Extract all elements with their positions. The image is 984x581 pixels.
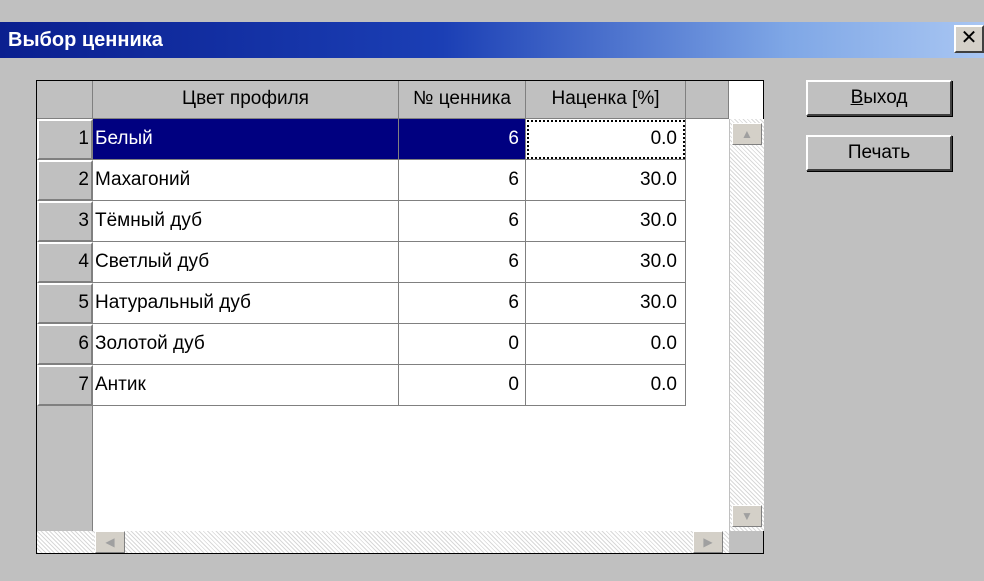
scroll-up-button[interactable]: ▲ [732, 123, 762, 145]
cell-markup[interactable]: 30.0 [526, 283, 686, 324]
column-header-tag-number[interactable]: № ценника [399, 81, 526, 119]
scroll-down-button[interactable]: ▼ [732, 505, 762, 527]
cell-markup[interactable]: 30.0 [526, 160, 686, 201]
vertical-scrollbar[interactable]: ▲ ▼ [729, 119, 764, 531]
row-header[interactable]: 6 [37, 324, 93, 365]
scroll-right-button[interactable]: ▶ [693, 531, 723, 553]
row-header[interactable]: 7 [37, 365, 93, 406]
title-bar[interactable]: Выбор ценника ✕ [0, 22, 984, 58]
cell-tag-number[interactable]: 6 [399, 242, 526, 283]
cell-tag-number[interactable]: 0 [399, 324, 526, 365]
cell-profile-color[interactable]: Антик [93, 365, 399, 406]
cell-markup[interactable]: 0.0 [526, 119, 686, 160]
cell-profile-color[interactable]: Золотой дуб [93, 324, 399, 365]
left-arrow-icon: ◀ [105, 535, 115, 549]
cell-profile-color[interactable]: Натуральный дуб [93, 283, 399, 324]
cell-markup[interactable]: 0.0 [526, 324, 686, 365]
cell-profile-color[interactable]: Белый [93, 119, 399, 160]
cell-markup[interactable]: 30.0 [526, 201, 686, 242]
print-label: Печать [847, 142, 911, 163]
column-header-markup[interactable]: Наценка [%] [526, 81, 686, 119]
cell-tag-number[interactable]: 6 [399, 283, 526, 324]
exit-label: ыход [863, 87, 908, 108]
cell-profile-color[interactable]: Светлый дуб [93, 242, 399, 283]
row-header[interactable]: 1 [37, 119, 93, 160]
print-button[interactable]: Печать [806, 135, 952, 171]
cell-profile-color[interactable]: Махагоний [93, 160, 399, 201]
cell-tag-number[interactable]: 6 [399, 119, 526, 160]
row-header[interactable]: 3 [37, 201, 93, 242]
dialog-client-area: Цвет профиля № ценника Наценка [%] 1 Бел… [0, 58, 984, 581]
price-tag-grid[interactable]: Цвет профиля № ценника Наценка [%] 1 Бел… [36, 80, 764, 554]
row-header[interactable]: 2 [37, 160, 93, 201]
cell-markup[interactable]: 0.0 [526, 365, 686, 406]
cell-tag-number[interactable]: 6 [399, 201, 526, 242]
column-header-profile-color[interactable]: Цвет профиля [93, 81, 399, 119]
row-header-filler [37, 406, 93, 531]
cell-tag-number[interactable]: 6 [399, 160, 526, 201]
close-button[interactable]: ✕ [954, 25, 984, 53]
grid-corner-header [37, 81, 93, 119]
row-header[interactable]: 5 [37, 283, 93, 324]
down-arrow-icon: ▼ [741, 509, 753, 523]
up-arrow-icon: ▲ [741, 127, 753, 141]
cell-profile-color[interactable]: Тёмный дуб [93, 201, 399, 242]
close-icon: ✕ [960, 27, 978, 49]
cell-markup[interactable]: 30.0 [526, 242, 686, 283]
scrollbar-corner [729, 531, 763, 553]
cell-tag-number[interactable]: 0 [399, 365, 526, 406]
dialog-window: Выбор ценника ✕ Цвет профиля № ценника Н… [0, 0, 984, 581]
exit-access-key: В [850, 87, 864, 108]
exit-button[interactable]: Выход [806, 80, 952, 116]
right-arrow-icon: ▶ [703, 535, 713, 549]
row-header[interactable]: 4 [37, 242, 93, 283]
window-title: Выбор ценника [8, 29, 163, 51]
scroll-left-button[interactable]: ◀ [95, 531, 125, 553]
column-header-empty [686, 81, 729, 119]
horizontal-scrollbar[interactable]: ◀ ▶ [93, 531, 729, 553]
scrollbar-left-corner [37, 531, 93, 553]
